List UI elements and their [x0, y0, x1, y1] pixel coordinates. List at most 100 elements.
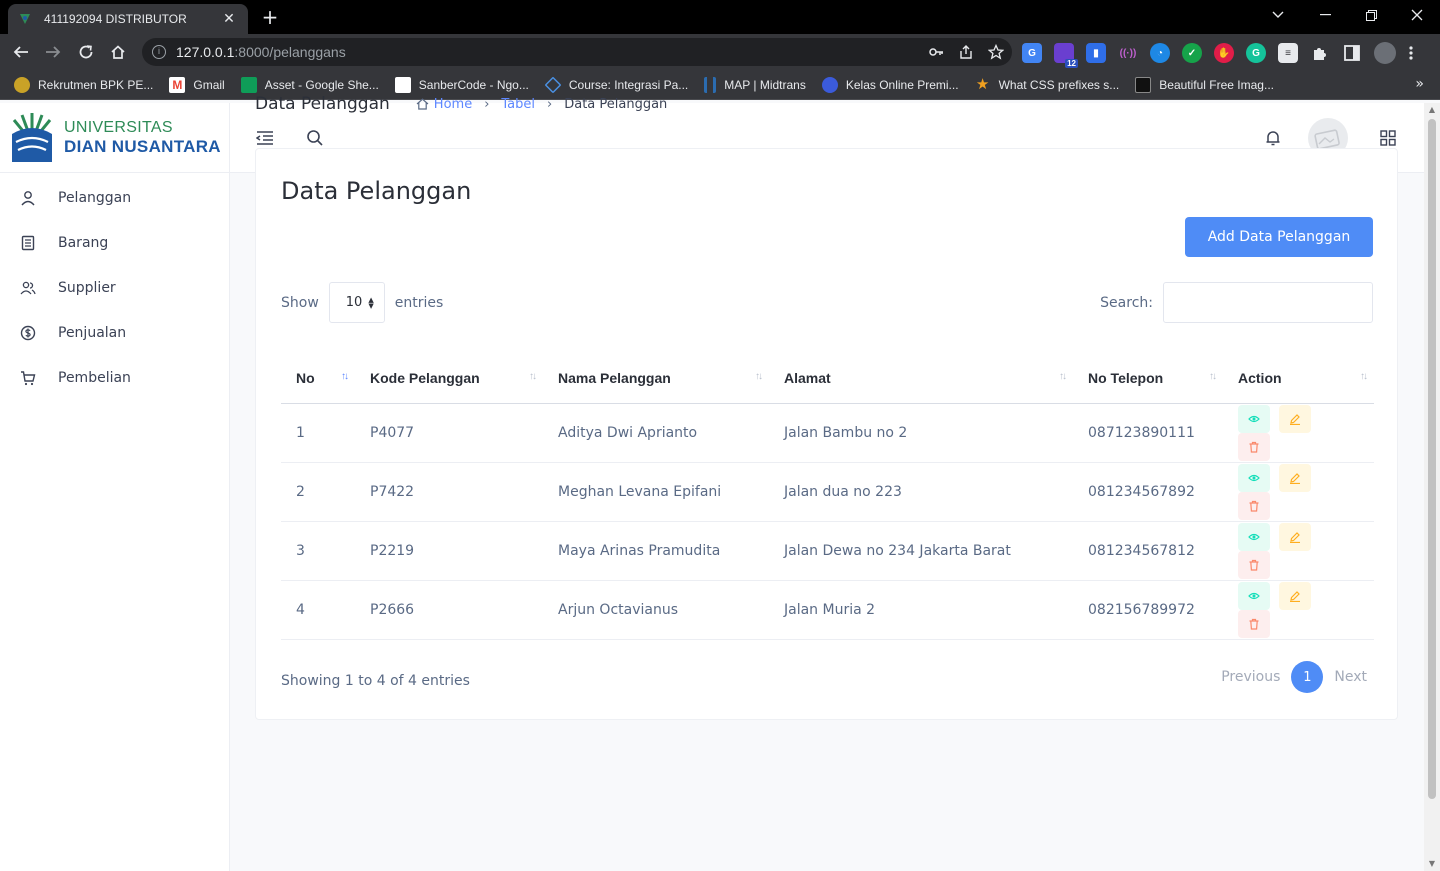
column-header-alamat[interactable]: Alamat ↑↓	[769, 353, 1073, 404]
delete-button[interactable]	[1238, 550, 1270, 579]
site-info-icon[interactable]: i	[152, 45, 166, 59]
tab-close-icon[interactable]: ✕	[220, 11, 238, 27]
sidebar-item-supplier[interactable]: Supplier	[0, 265, 229, 310]
sidebar-item-pelanggan[interactable]: Pelanggan	[0, 175, 229, 220]
browser-menu-kebab-icon[interactable]	[1408, 45, 1414, 61]
edit-button[interactable]	[1279, 463, 1311, 492]
bookmark-label: What CSS prefixes s...	[998, 77, 1120, 92]
pagination-next[interactable]: Next	[1334, 669, 1367, 685]
bookmark-label: MAP | Midtrans	[724, 77, 806, 92]
delete-button[interactable]	[1238, 609, 1270, 638]
extensions-puzzle-icon[interactable]	[1310, 43, 1330, 63]
cell-alamat: Jalan Muria 2	[769, 580, 1073, 640]
diamond-icon	[544, 76, 562, 93]
column-header-action[interactable]: Action ↑↓	[1223, 353, 1374, 404]
bookmark-label: Course: Integrasi Pa...	[568, 77, 689, 92]
sidebar-item-penjualan[interactable]: Penjualan	[0, 310, 229, 355]
pagination-page-1[interactable]: 1	[1291, 661, 1324, 693]
blue-extension-icon[interactable]: ◔	[1150, 43, 1170, 63]
add-data-pelanggan-button[interactable]: Add Data Pelanggan	[1185, 217, 1373, 257]
cell-kode: P7422	[355, 462, 543, 522]
bookmark-label: Kelas Online Premi...	[845, 77, 959, 92]
sidebar-item-barang[interactable]: Barang	[0, 220, 229, 265]
avatar-placeholder-icon	[1314, 129, 1340, 150]
scrollbar-thumb[interactable]	[1428, 119, 1436, 799]
cell-alamat: Jalan Dewa no 234 Jakarta Barat	[769, 521, 1073, 581]
more-bookmarks-chevron-icon[interactable]: »	[1415, 76, 1424, 92]
sanbercode-icon	[394, 76, 411, 93]
edit-button[interactable]	[1279, 581, 1311, 610]
breadcrumb-home[interactable]: Home	[416, 97, 472, 112]
table-row: 4 P2666 Arjun Octavianus Jalan Muria 2 0…	[281, 580, 1374, 640]
share-icon[interactable]	[958, 44, 974, 60]
delete-button[interactable]	[1238, 432, 1270, 461]
new-tab-button[interactable]: +	[258, 5, 282, 29]
page-scrollbar[interactable]: ▲ ▼	[1424, 103, 1440, 871]
scroll-down-arrow-icon[interactable]: ▼	[1424, 857, 1440, 871]
column-header-kode[interactable]: Kode Pelanggan ↑↓	[355, 353, 543, 404]
address-bar[interactable]: i 127.0.0.1:8000/pelanggans	[142, 38, 1012, 66]
minimize-window-icon[interactable]	[1302, 0, 1348, 30]
translate-extension-icon[interactable]: G	[1022, 43, 1042, 63]
grammarly-extension-icon[interactable]: G	[1246, 43, 1266, 63]
sort-icon: ↑↓	[529, 371, 537, 382]
column-header-label: Action	[1238, 369, 1282, 386]
docs-extension-icon[interactable]: ▮	[1086, 43, 1106, 63]
delete-button[interactable]	[1238, 491, 1270, 520]
back-arrow-icon[interactable]	[8, 40, 34, 64]
entries-length-control: Show 10 ▲ ▼ entries	[281, 282, 443, 323]
notes-extension-icon[interactable]: ≡	[1278, 43, 1298, 63]
column-header-label: No Telepon	[1088, 369, 1164, 386]
bookmark-item[interactable]: M Gmail	[169, 76, 225, 93]
green-extension-icon[interactable]: ✓	[1182, 43, 1202, 63]
pencil-icon	[1290, 472, 1300, 484]
bookmark-item[interactable]: ★ What CSS prefixes s...	[975, 76, 1120, 93]
restore-window-icon[interactable]	[1348, 0, 1394, 30]
bookmark-star-icon[interactable]	[988, 44, 1004, 60]
forward-arrow-icon[interactable]	[40, 40, 66, 64]
stop-extension-icon[interactable]: ✋	[1214, 43, 1234, 63]
reload-icon[interactable]	[73, 40, 99, 64]
sidebar-item-label: Barang	[58, 234, 109, 251]
column-header-no[interactable]: No ↑↓	[281, 353, 355, 404]
view-button[interactable]	[1238, 581, 1270, 610]
bookmark-item[interactable]: SanberCode - Ngo...	[394, 76, 529, 93]
page-title: Data Pelanggan	[255, 94, 390, 114]
bookmark-item[interactable]: Beautiful Free Imag...	[1135, 76, 1274, 93]
password-key-icon[interactable]	[928, 44, 944, 60]
scroll-up-arrow-icon[interactable]: ▲	[1424, 103, 1440, 117]
browser-tab[interactable]: 411192094 DISTRIBUTOR ✕	[8, 4, 248, 34]
column-header-telepon[interactable]: No Telepon ↑↓	[1073, 353, 1223, 404]
bookmark-item[interactable]: Kelas Online Premi...	[821, 76, 959, 93]
profile-avatar-icon[interactable]	[1374, 42, 1396, 64]
entries-select[interactable]: 10 ▲ ▼	[328, 282, 385, 323]
view-button[interactable]	[1238, 522, 1270, 551]
brand-line-1: UNIVERSITAS	[64, 119, 173, 136]
tab-search-chevron-icon[interactable]	[1255, 0, 1301, 30]
close-window-icon[interactable]	[1394, 0, 1440, 30]
table-search-input[interactable]	[1163, 282, 1373, 323]
breadcrumb-tabel[interactable]: Tabel	[501, 97, 535, 112]
bookmark-item[interactable]: Course: Integrasi Pa...	[544, 76, 689, 93]
radio-extension-icon[interactable]: ((·))	[1118, 43, 1138, 63]
pagination-previous[interactable]: Previous	[1221, 669, 1280, 685]
edit-button[interactable]	[1279, 404, 1311, 433]
view-button[interactable]	[1238, 404, 1270, 433]
bookmark-label: Rekrutmen BPK PE...	[38, 77, 154, 92]
sidebar-item-pembelian[interactable]: Pembelian	[0, 355, 229, 400]
eye-icon	[1248, 474, 1260, 481]
bookmark-item[interactable]: MAP | Midtrans	[704, 76, 806, 93]
brand-logo-area[interactable]: UNIVERSITAS DIAN NUSANTARA	[0, 103, 229, 173]
column-header-nama[interactable]: Nama Pelanggan ↑↓	[543, 353, 769, 404]
home-icon[interactable]	[105, 40, 131, 64]
edit-button[interactable]	[1279, 522, 1311, 551]
extension-badge-icon[interactable]: 12	[1054, 43, 1078, 68]
side-panel-icon[interactable]	[1342, 43, 1362, 63]
bookmark-item[interactable]: Asset - Google She...	[240, 76, 379, 93]
view-button[interactable]	[1238, 463, 1270, 492]
table-row: 3 P2219 Maya Arinas Pramudita Jalan Dewa…	[281, 521, 1374, 581]
browser-toolbar: i 127.0.0.1:8000/pelanggans G 12 ▮ ((·))…	[0, 34, 1440, 70]
card-title: Data Pelanggan	[281, 177, 472, 205]
bookmark-item[interactable]: Rekrutmen BPK PE...	[14, 76, 154, 93]
trash-icon	[1249, 500, 1259, 512]
